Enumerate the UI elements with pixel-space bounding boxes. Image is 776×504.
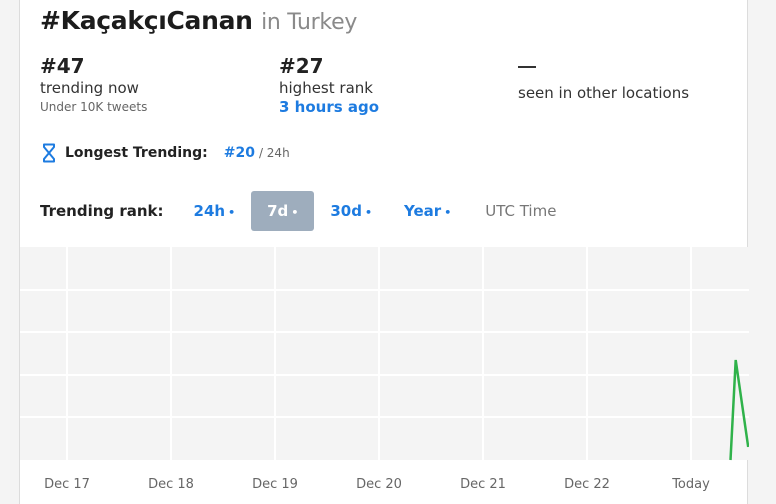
tweet-volume: Under 10K tweets [40, 100, 148, 114]
page-title: #KaçakçıCanan in Turkey [40, 6, 357, 35]
other-locations-label: seen in other locations [518, 84, 690, 102]
range-label: Trending rank: [40, 202, 164, 220]
current-rank: #47 [40, 54, 85, 78]
current-rank-label: trending now [40, 79, 139, 97]
highest-rank: #27 [279, 54, 324, 78]
range-30d-button[interactable]: 30d • [314, 191, 388, 231]
dot-icon: • [364, 206, 372, 219]
longest-trending-period: / 24h [258, 146, 290, 160]
x-tick-label: Dec 21 [460, 477, 506, 492]
dot-icon: • [444, 206, 452, 219]
plot-area [20, 247, 749, 460]
x-tick-label: Dec 22 [564, 477, 610, 492]
dot-icon: • [291, 206, 299, 219]
range-year-label: Year [404, 202, 442, 220]
range-7d-button[interactable]: 7d • [251, 191, 315, 231]
range-selector: Trending rank: 24h • 7d • 30d • Year • UTC T… [40, 191, 572, 231]
longest-trending-label: Longest Trending: [65, 145, 208, 161]
location: in Turkey [261, 10, 358, 35]
highest-rank-time-link[interactable]: 3 hours ago [279, 98, 379, 116]
stat-other-locations: seen in other locations [518, 54, 689, 103]
trend-card: #KaçakçıCanan in Turkey #47 trending now… [19, 0, 749, 504]
x-tick-label: Dec 18 [148, 477, 194, 492]
other-locations-dash [518, 66, 536, 68]
trend-rank-chart[interactable]: Dec 17 Dec 18 Dec 19 Dec 20 Dec 21 Dec 22 Toda… [20, 247, 749, 504]
range-30d-label: 30d [330, 202, 362, 220]
dot-icon: • [228, 206, 236, 219]
hourglass-icon [43, 143, 55, 163]
range-7d-label: 7d [267, 202, 289, 220]
highest-rank-label: highest rank [279, 79, 373, 97]
stat-current: #47 trending now Under 10K tweets [40, 54, 147, 116]
range-24h-button[interactable]: 24h • [178, 191, 252, 231]
range-year-button[interactable]: Year • [388, 191, 467, 231]
stat-highest: #27 highest rank 3 hours ago [279, 54, 379, 116]
x-tick-label: Dec 19 [252, 477, 298, 492]
timezone-label: UTC Time [485, 202, 557, 220]
x-tick-label: Dec 20 [356, 477, 402, 492]
x-tick-label: Today [671, 477, 710, 492]
x-tick-label: Dec 17 [44, 477, 90, 492]
range-24h-label: 24h [193, 202, 226, 220]
hashtag: #KaçakçıCanan [40, 6, 253, 35]
longest-trending-rank[interactable]: #20 [224, 145, 255, 161]
longest-trending: Longest Trending: #20 / 24h [42, 143, 290, 163]
